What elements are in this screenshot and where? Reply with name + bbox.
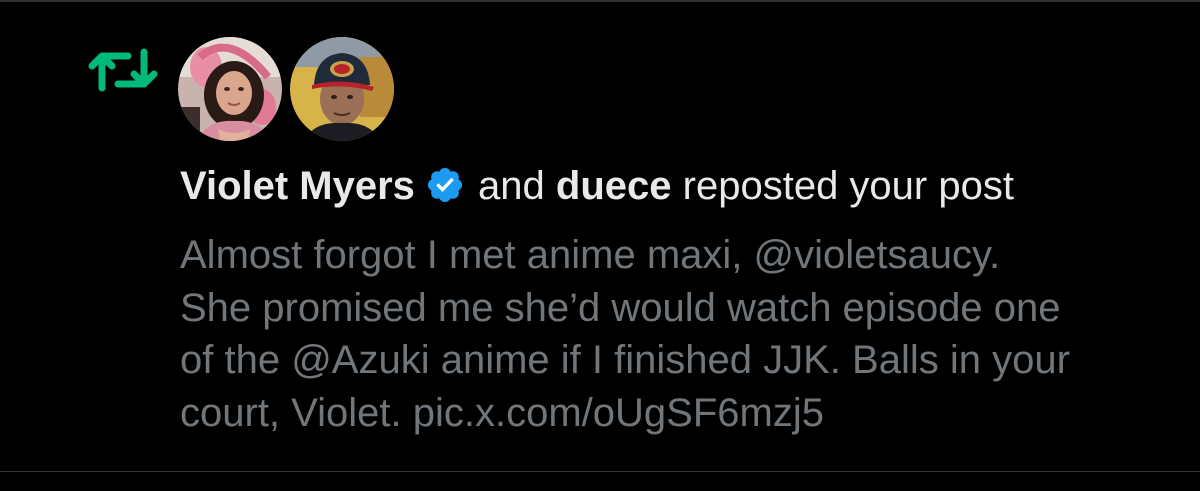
action-text: reposted your post [682, 164, 1014, 208]
user2-name[interactable]: duece [556, 164, 672, 208]
notification-headline: Violet Myers and duece reposted your pos… [180, 160, 1180, 212]
post-line: of the @Azuki anime if I finished JJK. B… [180, 338, 1070, 382]
post-line: court, Violet. pic.x.com/oUgSF6mzj5 [180, 390, 824, 435]
repost-icon [88, 48, 158, 92]
violet-myers-avatar[interactable] [178, 37, 282, 141]
post-line: Almost forgot I met anime maxi, @violets… [180, 233, 1001, 277]
verified-badge-icon [427, 167, 463, 203]
bottom-divider [0, 471, 1200, 472]
repost-notification[interactable]: Violet Myers and duece reposted your pos… [0, 0, 1200, 471]
post-line: She promised me she’d would watch episod… [180, 285, 1061, 330]
connector-text: and [478, 164, 545, 208]
user1-name[interactable]: Violet Myers [180, 164, 415, 208]
post-text[interactable]: Almost forgot I met anime maxi, @violets… [180, 229, 1180, 439]
duece-avatar[interactable] [290, 37, 394, 141]
